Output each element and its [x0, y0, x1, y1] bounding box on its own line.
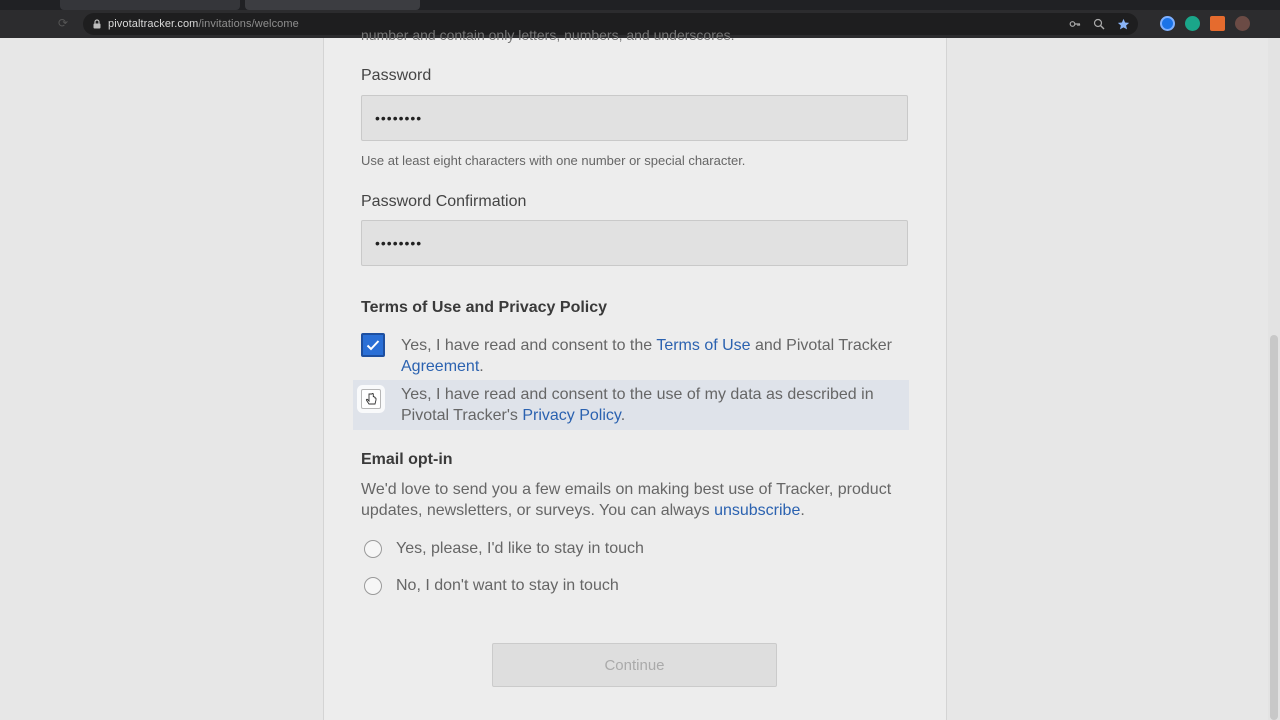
password-confirmation-label: Password Confirmation [361, 193, 527, 210]
zoom-icon[interactable] [1092, 17, 1106, 31]
optin-yes-radio[interactable] [364, 540, 382, 558]
terms-section-title: Terms of Use and Privacy Policy [361, 299, 608, 316]
bookmark-star-icon[interactable] [1116, 17, 1130, 31]
url-host: pivotaltracker.com [108, 18, 199, 30]
password-confirmation-field[interactable]: •••••••• [361, 220, 908, 266]
privacy-consent-row[interactable]: Yes, I have read and consent to the use … [353, 380, 909, 430]
scrollbar-thumb[interactable] [1270, 335, 1278, 720]
browser-tab-active[interactable] [245, 0, 420, 10]
page-content: number and contain only letters, numbers… [0, 27, 1280, 720]
privacy-consent-text: Yes, I have read and consent to the use … [401, 384, 901, 426]
privacy-consent-checkbox[interactable] [361, 389, 381, 409]
profile-avatar[interactable] [1235, 16, 1250, 31]
agreement-link[interactable]: Agreement [401, 358, 479, 375]
optin-no-label: No, I don't want to stay in touch [396, 577, 619, 594]
url-text: pivotaltracker.com/invitations/welcome [108, 18, 299, 30]
terms-consent-text: Yes, I have read and consent to the Term… [401, 335, 901, 377]
terms-consent-checkbox[interactable] [361, 333, 385, 357]
optin-yes-row[interactable]: Yes, please, I'd like to stay in touch [364, 540, 644, 558]
privacy-text-prefix: Yes, I have read and consent to the use … [401, 386, 874, 424]
key-icon[interactable] [1068, 17, 1082, 31]
password-hint: Use at least eight characters with one n… [361, 153, 746, 168]
username-hint: number and contain only letters, numbers… [361, 27, 735, 43]
email-optin-text: We'd love to send you a few emails on ma… [361, 481, 892, 519]
lock-icon [92, 19, 102, 29]
consent-text-prefix: Yes, I have read and consent to the [401, 337, 657, 354]
terms-of-use-link[interactable]: Terms of Use [656, 337, 750, 354]
checkmark-icon [366, 340, 380, 351]
browser-tabstrip [0, 0, 1280, 10]
consent-text-suffix: . [479, 358, 484, 375]
optin-no-radio[interactable] [364, 577, 382, 595]
unsubscribe-link[interactable]: unsubscribe [714, 502, 800, 519]
extension-icon-orange[interactable] [1210, 16, 1225, 31]
hand-cursor-icon [365, 393, 377, 405]
email-optin-title: Email opt-in [361, 451, 453, 468]
url-path: /invitations/welcome [198, 18, 299, 30]
optin-no-row[interactable]: No, I don't want to stay in touch [364, 577, 619, 595]
email-optin-description: We'd love to send you a few emails on ma… [361, 479, 921, 521]
privacy-text-suffix: . [620, 407, 626, 424]
password-field[interactable]: •••••••• [361, 95, 908, 141]
extension-icon-green[interactable] [1185, 16, 1200, 31]
terms-consent-row: Yes, I have read and consent to the Term… [361, 330, 908, 376]
page-scrollbar[interactable] [1268, 38, 1280, 720]
browser-tab[interactable] [60, 0, 240, 10]
email-optin-text-suffix: . [800, 502, 805, 519]
consent-text-middle: and Pivotal Tracker [750, 337, 892, 354]
privacy-policy-link[interactable]: Privacy Policy [522, 407, 620, 424]
extension-icon-blue[interactable] [1160, 16, 1175, 31]
reload-icon[interactable]: ⟳ [58, 16, 72, 30]
password-label: Password [361, 67, 432, 84]
signup-form-card: number and contain only letters, numbers… [323, 27, 947, 720]
continue-button[interactable]: Continue [492, 643, 777, 687]
optin-yes-label: Yes, please, I'd like to stay in touch [396, 540, 644, 557]
